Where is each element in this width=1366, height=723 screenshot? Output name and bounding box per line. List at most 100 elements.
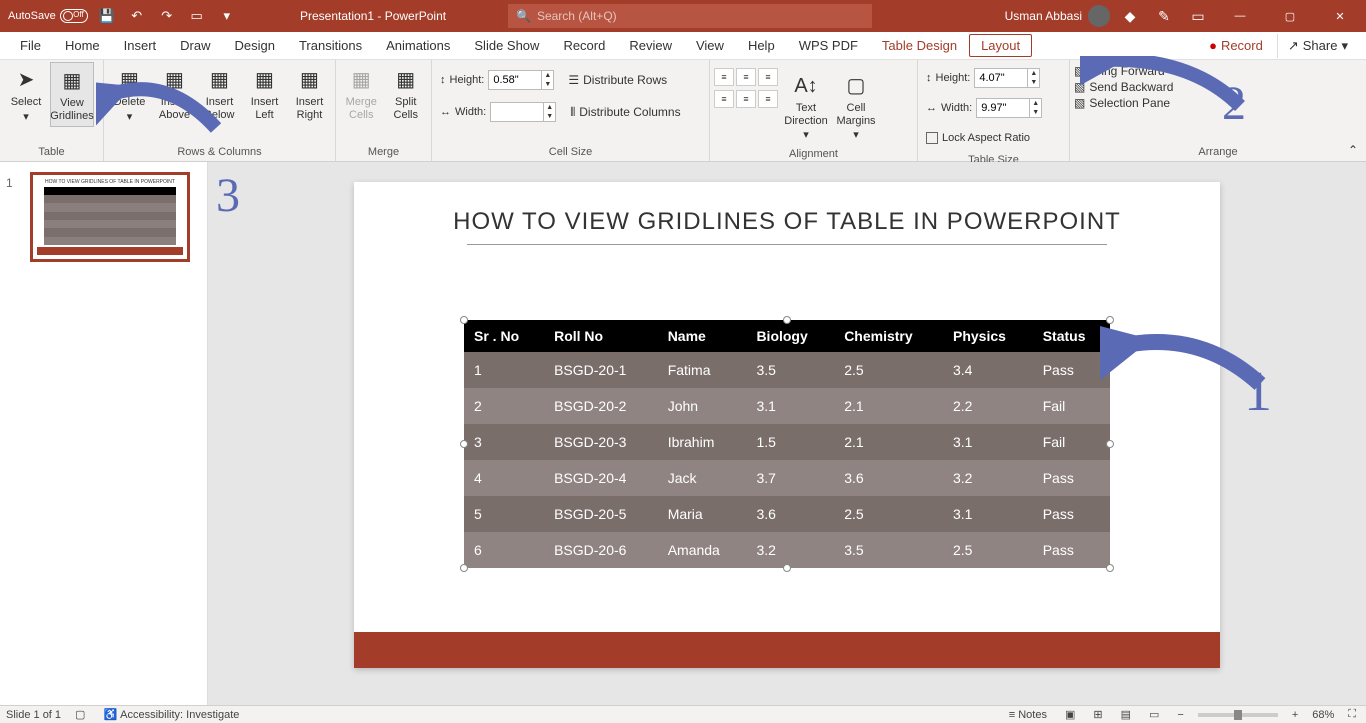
fit-slide-icon[interactable]: ⛶ — [1344, 708, 1360, 721]
tab-transitions[interactable]: Transitions — [287, 34, 374, 57]
collapse-ribbon-icon[interactable]: ⌃ — [1348, 143, 1358, 157]
tab-slide-show[interactable]: Slide Show — [462, 34, 551, 57]
zoom-in-icon[interactable]: + — [1288, 709, 1302, 721]
table-cell[interactable]: Jack — [658, 460, 747, 496]
distribute-cols-button[interactable]: ⫴Distribute Columns — [570, 98, 680, 126]
table-cell[interactable]: 3.5 — [834, 532, 943, 568]
table-cell[interactable]: BSGD-20-3 — [544, 424, 658, 460]
table-cell[interactable]: 3.2 — [943, 460, 1033, 496]
slide-title[interactable]: HOW TO VIEW GRIDLINES OF TABLE IN POWERP… — [354, 182, 1220, 236]
table-cell[interactable]: 3.2 — [746, 532, 834, 568]
tab-help[interactable]: Help — [736, 34, 787, 57]
premium-icon[interactable]: ◆ — [1116, 2, 1144, 30]
cell-margins-button[interactable]: ▢Cell Margins▾ — [834, 68, 878, 146]
view-reading-icon[interactable]: ▤ — [1117, 708, 1135, 721]
redo-icon[interactable]: ↷ — [156, 5, 178, 27]
table-cell[interactable]: 3 — [464, 424, 544, 460]
view-slideshow-icon[interactable]: ▭ — [1145, 708, 1163, 721]
table-cell[interactable]: Pass — [1033, 496, 1110, 532]
view-normal-icon[interactable]: ▣ — [1061, 708, 1079, 721]
split-cells-button[interactable]: ▦Split Cells — [385, 62, 428, 125]
table-row[interactable]: 3BSGD-20-3Ibrahim1.52.13.1Fail — [464, 424, 1110, 460]
table-cell[interactable]: 2.5 — [943, 532, 1033, 568]
align-center[interactable]: ≡ — [736, 68, 756, 86]
tab-table-design[interactable]: Table Design — [870, 34, 969, 57]
insert-right-button[interactable]: ▦Insert Right — [288, 62, 331, 125]
tab-wps-pdf[interactable]: WPS PDF — [787, 34, 870, 57]
table-cell[interactable]: 3.7 — [746, 460, 834, 496]
table-header[interactable]: Roll No — [544, 320, 658, 352]
record-button[interactable]: ●Record — [1199, 34, 1273, 57]
user-account[interactable]: Usman Abbasi — [1005, 5, 1110, 27]
from-beginning-icon[interactable]: ▭ — [186, 5, 208, 27]
maximize-button[interactable]: ▢ — [1268, 0, 1312, 32]
bring-forward-button[interactable]: ▧Bring Forward — [1074, 64, 1165, 78]
slide-thumbnail-1[interactable]: HOW TO VIEW GRIDLINES OF TABLE IN POWERP… — [30, 172, 190, 262]
zoom-out-icon[interactable]: − — [1173, 709, 1187, 721]
table-cell[interactable]: Fail — [1033, 424, 1110, 460]
align-middle[interactable]: ≡ — [736, 90, 756, 108]
table-header[interactable]: Sr . No — [464, 320, 544, 352]
table-row[interactable]: 5BSGD-20-5Maria3.62.53.1Pass — [464, 496, 1110, 532]
search-box[interactable]: 🔍 Search (Alt+Q) — [508, 4, 872, 28]
table-cell[interactable]: Pass — [1033, 532, 1110, 568]
table-cell[interactable]: Ibrahim — [658, 424, 747, 460]
display-settings-icon[interactable]: ▢ — [71, 708, 89, 721]
insert-below-button[interactable]: ▦Insert Below — [198, 62, 241, 125]
table-row[interactable]: 6BSGD-20-6Amanda3.23.52.5Pass — [464, 532, 1110, 568]
tab-draw[interactable]: Draw — [168, 34, 222, 57]
table-cell[interactable]: BSGD-20-2 — [544, 388, 658, 424]
table-header[interactable]: Name — [658, 320, 747, 352]
table-cell[interactable]: 2.1 — [834, 388, 943, 424]
notes-button[interactable]: ≡ Notes — [1005, 709, 1051, 721]
table-object[interactable]: Sr . NoRoll NoNameBiologyChemistryPhysic… — [464, 320, 1110, 568]
tab-animations[interactable]: Animations — [374, 34, 462, 57]
table-cell[interactable]: 3.6 — [834, 460, 943, 496]
selection-pane-button[interactable]: ▧Selection Pane — [1074, 96, 1170, 110]
zoom-slider[interactable] — [1198, 713, 1278, 717]
ribbon-options-icon[interactable]: ▭ — [1184, 2, 1212, 30]
select-button[interactable]: ➤Select▾ — [4, 62, 48, 127]
table-cell[interactable]: 2.2 — [943, 388, 1033, 424]
table-header[interactable]: Status — [1033, 320, 1110, 352]
table-cell[interactable]: Amanda — [658, 532, 747, 568]
table-cell[interactable]: Pass — [1033, 460, 1110, 496]
table-header[interactable]: Biology — [746, 320, 834, 352]
table-cell[interactable]: Maria — [658, 496, 747, 532]
cell-width-input[interactable] — [490, 102, 544, 122]
table-cell[interactable]: 2.5 — [834, 496, 943, 532]
insert-above-button[interactable]: ▦Insert Above — [153, 62, 196, 125]
table-cell[interactable]: 3.4 — [943, 352, 1033, 388]
table-cell[interactable]: 2 — [464, 388, 544, 424]
tab-insert[interactable]: Insert — [112, 34, 169, 57]
data-table[interactable]: Sr . NoRoll NoNameBiologyChemistryPhysic… — [464, 320, 1110, 568]
table-cell[interactable]: 4 — [464, 460, 544, 496]
tab-design[interactable]: Design — [223, 34, 287, 57]
text-direction-button[interactable]: A↕Text Direction▾ — [784, 68, 828, 146]
align-left[interactable]: ≡ — [714, 68, 734, 86]
table-cell[interactable]: 2.1 — [834, 424, 943, 460]
table-cell[interactable]: BSGD-20-6 — [544, 532, 658, 568]
table-cell[interactable]: 2.5 — [834, 352, 943, 388]
view-gridlines-button[interactable]: ▦View Gridlines — [50, 62, 94, 127]
table-cell[interactable]: 1.5 — [746, 424, 834, 460]
table-header[interactable]: Physics — [943, 320, 1033, 352]
align-bottom[interactable]: ≡ — [758, 90, 778, 108]
delete-button[interactable]: ▦Delete▾ — [108, 62, 151, 127]
table-width-input[interactable] — [976, 98, 1030, 118]
tab-home[interactable]: Home — [53, 34, 112, 57]
table-cell[interactable]: 3.1 — [943, 424, 1033, 460]
qat-customize-icon[interactable]: ▾ — [216, 5, 238, 27]
save-icon[interactable]: 💾 — [96, 5, 118, 27]
table-cell[interactable]: BSGD-20-4 — [544, 460, 658, 496]
table-cell[interactable]: Pass — [1033, 352, 1110, 388]
coming-soon-icon[interactable]: ✎ — [1150, 2, 1178, 30]
table-cell[interactable]: BSGD-20-1 — [544, 352, 658, 388]
insert-left-button[interactable]: ▦Insert Left — [243, 62, 286, 125]
view-sorter-icon[interactable]: ⊞ — [1089, 708, 1106, 721]
table-row[interactable]: 4BSGD-20-4Jack3.73.63.2Pass — [464, 460, 1110, 496]
distribute-rows-button[interactable]: ☰Distribute Rows — [568, 66, 667, 94]
tab-review[interactable]: Review — [617, 34, 684, 57]
table-height-input[interactable] — [974, 68, 1028, 88]
table-cell[interactable]: 3.1 — [943, 496, 1033, 532]
